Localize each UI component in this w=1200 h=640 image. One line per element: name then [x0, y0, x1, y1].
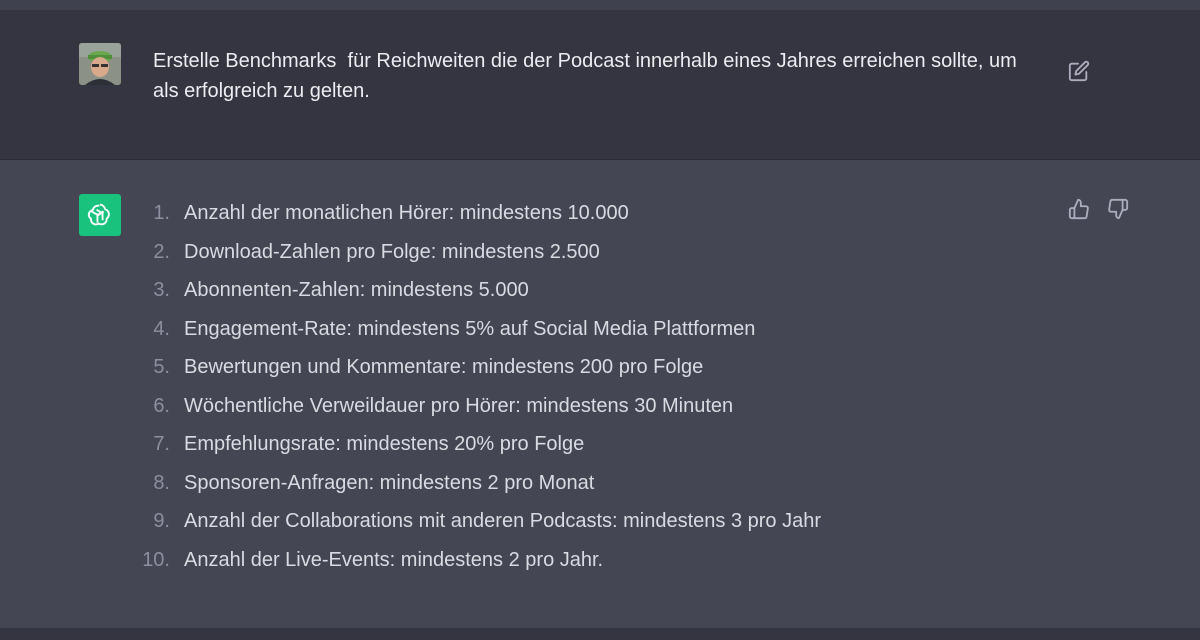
list-item: 5. Bewertungen und Kommentare: mindestens… [130, 350, 1030, 389]
list-text: Anzahl der Collaborations mit anderen Po… [184, 510, 822, 532]
openai-logo-icon [79, 194, 121, 236]
list-text: Download-Zahlen pro Folge: mindestens 2.… [184, 240, 600, 263]
thumbs-up-icon[interactable] [1068, 198, 1092, 222]
list-text: Abonnenten-Zahlen: mindestens 5.000 [184, 279, 529, 301]
list-number: 1. [153, 202, 170, 224]
list-item: 10. Anzahl der Live-Events: mindestens 2 … [130, 543, 1030, 582]
list-item: 6. Wöchentliche Verweildauer pro Hörer: m… [130, 389, 1030, 428]
user-avatar [79, 43, 121, 85]
list-number: 5. [153, 356, 170, 378]
user-message: Erstelle Benchmarks für Reichweiten die … [0, 10, 1200, 160]
list-text: Sponsoren-Anfragen: mindestens 2 pro Mon… [184, 471, 595, 494]
top-divider [0, 0, 1200, 10]
bottom-divider [0, 628, 1200, 640]
list-number: 2. [153, 240, 170, 263]
list-item: 8. Sponsoren-Anfragen: mindestens 2 pro M… [130, 466, 1030, 505]
list-text: Empfehlungsrate: mindestens 20% pro Folg… [184, 433, 585, 455]
assistant-message: 1. Anzahl der monatlichen Hörer: mindeste… [0, 160, 1200, 628]
list-item: 4. Engagement-Rate: mindestens 5% auf Soc… [130, 312, 1030, 351]
list-number: 6. [153, 394, 170, 417]
list-text: Engagement-Rate: mindestens 5% auf Socia… [184, 317, 756, 340]
thumbs-down-icon[interactable] [1107, 198, 1131, 222]
user-message-text: Erstelle Benchmarks für Reichweiten die … [153, 50, 1023, 102]
list-number: 10. [142, 548, 170, 571]
list-text: Anzahl der monatlichen Hörer: mindestens… [184, 202, 629, 224]
list-item: 7. Empfehlungsrate: mindestens 20% pro Fo… [130, 427, 1030, 466]
list-item: 9. Anzahl der Collaborations mit anderen … [130, 504, 1030, 543]
list-text: Anzahl der Live-Events: mindestens 2 pro… [184, 548, 604, 571]
list-item: 1. Anzahl der monatlichen Hörer: mindeste… [130, 196, 1030, 235]
list-item: 2. Download-Zahlen pro Folge: mindestens … [130, 235, 1030, 274]
list-number: 3. [153, 279, 170, 301]
edit-icon[interactable] [1068, 60, 1092, 84]
list-number: 8. [153, 471, 170, 494]
list-number: 4. [153, 317, 170, 340]
list-number: 9. [153, 510, 170, 532]
list-text: Bewertungen und Kommentare: mindestens 2… [184, 356, 704, 378]
answer-list: 1. Anzahl der monatlichen Hörer: mindeste… [130, 196, 1030, 581]
list-number: 7. [153, 433, 170, 455]
list-item: 3. Abonnenten-Zahlen: mindestens 5.000 [130, 273, 1030, 312]
list-text: Wöchentliche Verweildauer pro Hörer: min… [184, 394, 734, 417]
